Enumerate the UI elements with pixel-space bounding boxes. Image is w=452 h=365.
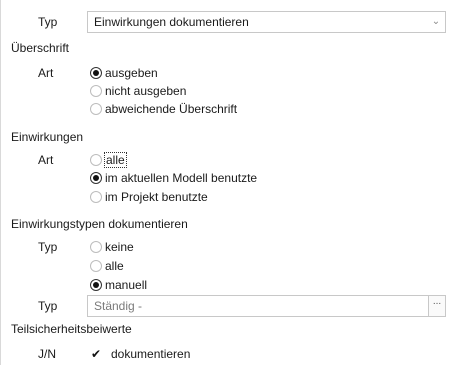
einwirkungstypen-heading: Einwirkungstypen dokumentieren — [11, 217, 188, 231]
typ-dropdown-value: Einwirkungen dokumentieren — [94, 15, 249, 29]
typ-dropdown[interactable]: Einwirkungen dokumentieren ⌄ — [87, 11, 446, 33]
einwirkungen-art-label: Art — [38, 153, 54, 167]
option-label: alle — [104, 152, 127, 168]
einwirkungstypen-option-alle[interactable]: alle — [90, 259, 124, 273]
option-label: nicht ausgeben — [105, 84, 187, 98]
ellipsis-button[interactable]: ... — [428, 296, 445, 316]
radio-button[interactable] — [90, 260, 102, 272]
typ-label: Typ — [38, 15, 58, 29]
einwirkungen-heading: Einwirkungen — [11, 130, 84, 144]
checkmark-icon[interactable]: ✔ — [90, 347, 102, 361]
einwirkungen-option-alle[interactable]: alle — [90, 152, 127, 168]
left-border — [0, 0, 1, 365]
einwirkungstypen-option-keine[interactable]: keine — [90, 240, 134, 254]
ueberschrift-option-abweichende[interactable]: abweichende Überschrift — [90, 102, 237, 116]
typ-field-value: Ständig - — [94, 299, 143, 313]
option-label: manuell — [105, 278, 148, 292]
chevron-down-icon[interactable]: ⌄ — [427, 12, 445, 32]
teilsicherheitsbeiwerte-jn-label: J/N — [38, 347, 56, 361]
radio-button-checked[interactable] — [90, 279, 102, 291]
teilsicherheitsbeiwerte-heading: Teilsicherheitsbeiwerte — [11, 322, 132, 336]
einwirkungen-option-projekt[interactable]: im Projekt benutzte — [90, 190, 208, 204]
radio-button[interactable] — [90, 85, 102, 97]
radio-button-checked[interactable] — [90, 172, 102, 184]
radio-button[interactable] — [90, 154, 102, 166]
ueberschrift-option-nicht-ausgeben[interactable]: nicht ausgeben — [90, 84, 186, 98]
radio-button[interactable] — [90, 191, 102, 203]
ueberschrift-art-label: Art — [38, 66, 54, 80]
option-label: ausgeben — [105, 66, 158, 80]
checkbox-label: dokumentieren — [111, 347, 191, 361]
ueberschrift-option-ausgeben[interactable]: ausgeben — [90, 66, 158, 80]
option-label: im Projekt benutzte — [105, 190, 208, 204]
option-label: alle — [105, 259, 124, 273]
ueberschrift-heading: Überschrift — [11, 41, 70, 55]
option-label: keine — [105, 240, 134, 254]
radio-button[interactable] — [90, 103, 102, 115]
dokumentieren-checkbox-row[interactable]: ✔ dokumentieren — [90, 347, 190, 361]
einwirkungstypen-typ-field[interactable]: Ständig - ... — [87, 295, 446, 317]
einwirkungstypen-typ-label: Typ — [38, 240, 58, 254]
option-label: im aktuellen Modell benutzte — [105, 171, 258, 185]
radio-button[interactable] — [90, 241, 102, 253]
option-label: abweichende Überschrift — [105, 102, 238, 116]
einwirkungstypen-typ2-label: Typ — [38, 299, 58, 313]
radio-button-checked[interactable] — [90, 67, 102, 79]
einwirkungen-option-modell[interactable]: im aktuellen Modell benutzte — [90, 171, 257, 185]
einwirkungstypen-option-manuell[interactable]: manuell — [90, 278, 147, 292]
